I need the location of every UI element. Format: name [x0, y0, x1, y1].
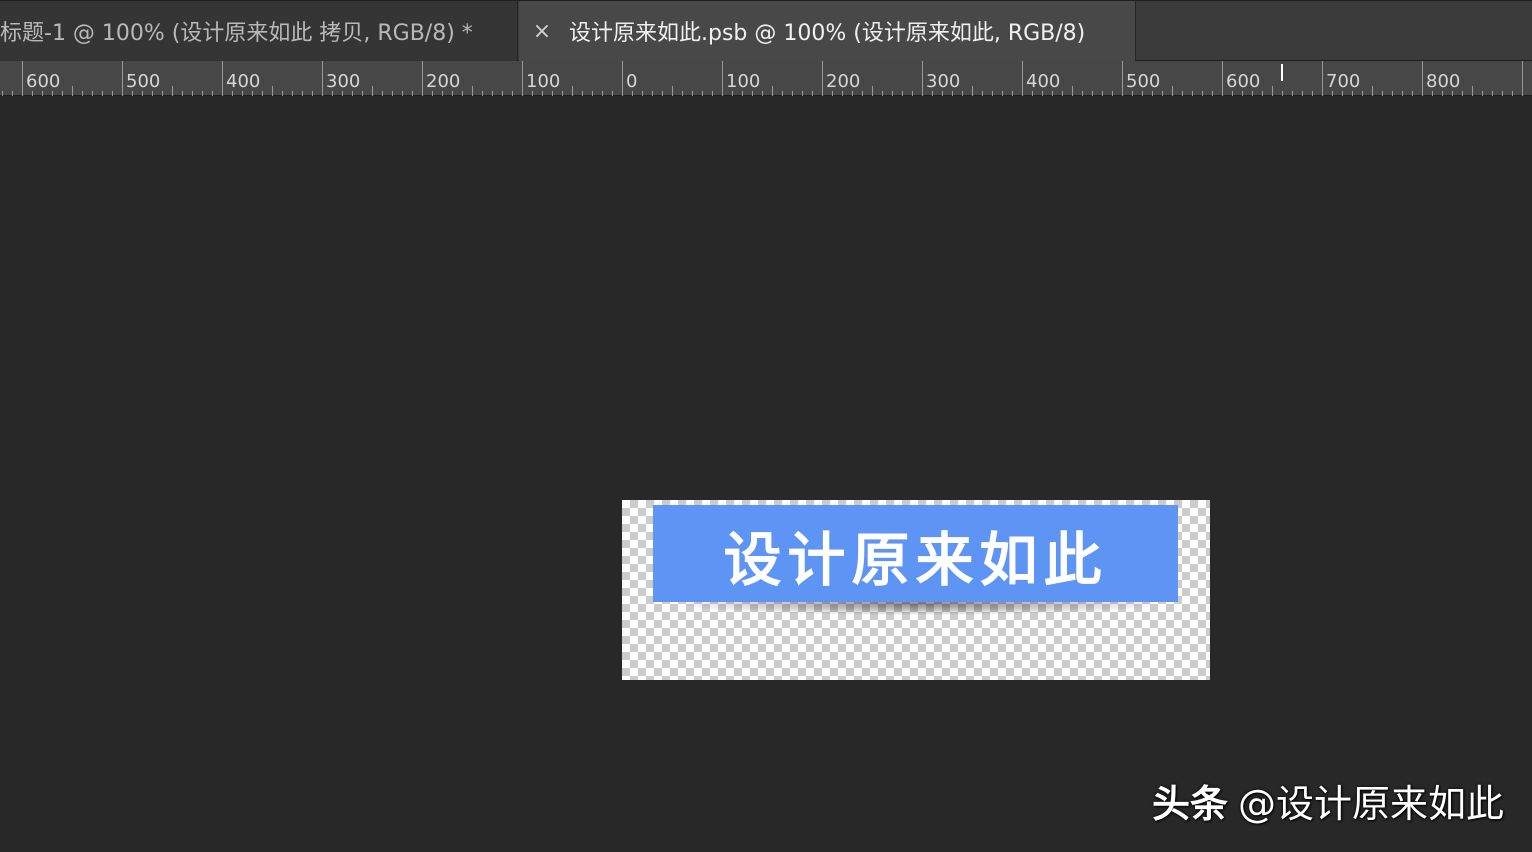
ruler-ticks: 600 500 400 300 200 100 0 100 200 300 400 500 600 700…	[2, 61, 1523, 96]
document-canvas[interactable]: 设计原来如此	[622, 500, 1210, 680]
canvas-workspace[interactable]	[0, 96, 1532, 852]
ruler-label: 100	[726, 71, 760, 92]
tab-label: 标题-1 @ 100% (设计原来如此 拷贝, RGB/8) *	[0, 21, 473, 46]
tab-label: 设计原来如此.psb @ 100% (设计原来如此, RGB/8)	[569, 21, 1086, 46]
ruler-label: 300	[926, 71, 960, 92]
ruler-label: 600	[26, 71, 60, 92]
banner-text: 设计原来如此	[723, 525, 1108, 594]
watermark: 头条 @设计原来如此	[1152, 773, 1504, 828]
document-tab-active[interactable]: × 设计原来如此.psb @ 100% (设计原来如此, RGB/8)	[519, 1, 1136, 61]
document-tab-bar: 标题-1 @ 100% (设计原来如此 拷贝, RGB/8) * × 设计原来如…	[0, 0, 1532, 61]
ruler-label: 200	[826, 71, 860, 92]
close-icon[interactable]: ×	[519, 19, 565, 44]
horizontal-ruler[interactable]: 600 500 400 300 200 100 0 100 200 300 400 500 600 700…	[0, 61, 1532, 96]
watermark-brand: 头条	[1151, 782, 1228, 826]
ruler-label: 800	[1426, 71, 1460, 92]
document-tab-untitled[interactable]: 标题-1 @ 100% (设计原来如此 拷贝, RGB/8) *	[0, 1, 518, 61]
ruler-label: 700	[1326, 71, 1360, 92]
ruler-label: 200	[426, 71, 460, 92]
ruler-label: 500	[126, 71, 160, 92]
ruler-label: 400	[1026, 71, 1060, 92]
ruler-label: 300	[326, 71, 360, 92]
title-banner: 设计原来如此	[653, 505, 1178, 602]
ruler-label: 500	[1126, 71, 1160, 92]
watermark-handle: @设计原来如此	[1237, 782, 1504, 826]
ruler-label: 400	[226, 71, 260, 92]
ruler-label: 0	[626, 71, 637, 92]
ruler-label: 100	[526, 71, 560, 92]
ruler-label: 600	[1226, 71, 1260, 92]
